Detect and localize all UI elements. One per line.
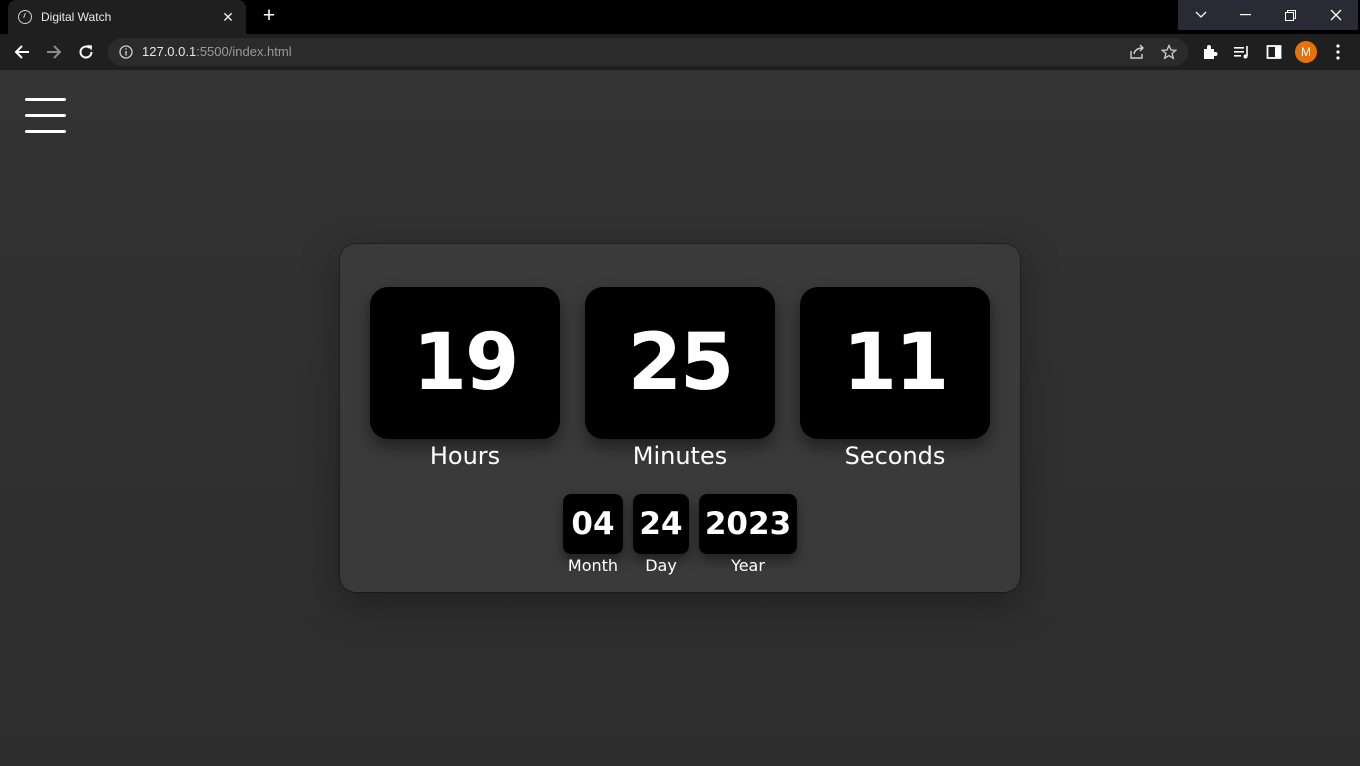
puzzle-icon [1204, 45, 1218, 59]
minutes-display: 25 [585, 287, 775, 439]
month-display: 04 [563, 494, 623, 554]
minimize-icon [1240, 14, 1251, 16]
browser-tab-bar: Digital Watch ✕ + [0, 0, 1360, 34]
hamburger-menu-icon[interactable] [25, 98, 66, 134]
side-panel-button[interactable] [1262, 40, 1286, 64]
minutes-label: Minutes [632, 442, 728, 470]
day-display: 24 [633, 494, 689, 554]
back-button[interactable] [10, 40, 34, 64]
address-bar[interactable]: 127.0.0.1:5500/index.html [108, 38, 1188, 66]
hours-label: Hours [429, 442, 501, 470]
day-label: Day [645, 556, 677, 575]
restore-icon [1285, 9, 1296, 21]
tab-close-icon[interactable]: ✕ [220, 9, 236, 26]
close-icon [1330, 9, 1341, 21]
url-text[interactable]: 127.0.0.1:5500/index.html [142, 44, 292, 59]
reload-button[interactable] [74, 40, 98, 64]
browser-tab[interactable]: Digital Watch ✕ [8, 0, 246, 34]
browser-toolbar: 127.0.0.1:5500/index.html M [0, 34, 1360, 70]
clock-favicon-icon [18, 10, 32, 24]
reload-icon [79, 45, 93, 59]
seconds-label: Seconds [844, 442, 946, 470]
tab-title: Digital Watch [41, 10, 112, 24]
close-window-button[interactable] [1313, 0, 1358, 30]
menu-button[interactable] [1326, 40, 1350, 64]
year-label: Year [731, 556, 765, 575]
year-display: 2023 [699, 494, 797, 554]
star-icon[interactable] [1161, 44, 1177, 60]
restore-button[interactable] [1268, 0, 1313, 30]
tab-search-button[interactable] [1178, 0, 1223, 30]
side-panel-icon [1266, 45, 1282, 59]
profile-avatar[interactable]: M [1295, 41, 1317, 63]
media-control-button[interactable] [1230, 40, 1254, 64]
hours-display: 19 [370, 287, 560, 439]
url-host: 127.0.0.1 [142, 44, 197, 59]
more-vertical-icon [1336, 44, 1340, 60]
minimize-button[interactable] [1223, 0, 1268, 30]
new-tab-button[interactable]: + [258, 5, 280, 28]
playlist-icon [1234, 46, 1248, 59]
arrow-right-icon [47, 45, 62, 59]
hamburger-line [25, 98, 66, 101]
arrow-left-icon [14, 45, 29, 59]
extensions-button[interactable] [1198, 40, 1222, 64]
seconds-display: 11 [800, 287, 990, 439]
digital-watch-card: 19 Hours 25 Minutes 11 Seconds 04 Month … [340, 244, 1020, 592]
forward-button[interactable] [42, 40, 66, 64]
share-icon[interactable] [1129, 44, 1145, 60]
chevron-down-icon [1195, 11, 1206, 18]
url-path: :5500/index.html [196, 44, 292, 59]
hamburger-line [25, 130, 66, 133]
page-body: 19 Hours 25 Minutes 11 Seconds 04 Month … [0, 70, 1360, 766]
hamburger-line [25, 114, 66, 117]
info-icon[interactable] [119, 45, 133, 59]
